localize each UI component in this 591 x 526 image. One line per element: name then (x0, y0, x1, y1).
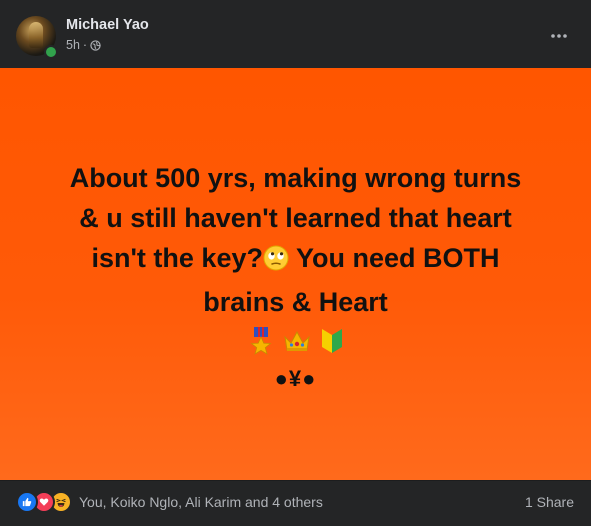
post-text: About 500 yrs, making wrong turns & u st… (26, 158, 566, 322)
military-medal-icon (249, 326, 273, 360)
like-reaction-icon (16, 491, 38, 513)
more-options-icon[interactable] (545, 22, 573, 50)
post-text-line: About 500 yrs, making wrong turns (69, 163, 522, 193)
reactions-summary[interactable]: You, Koiko Nglo, Ali Karim and 4 others (16, 491, 323, 513)
post-meta: 5h · (66, 38, 101, 52)
post-text-line: brains & Heart (203, 287, 388, 317)
post-footer: You, Koiko Nglo, Ali Karim and 4 others … (0, 480, 591, 526)
crown-icon (283, 329, 311, 358)
post-time[interactable]: 5h (66, 38, 80, 52)
reaction-names[interactable]: You, Koiko Nglo, Ali Karim and 4 others (79, 494, 323, 510)
japanese-beginner-symbol-icon (321, 328, 343, 359)
meta-separator: · (82, 38, 88, 52)
post-text-line: isn't the key? You need BOTH (26, 238, 566, 282)
rolling-eyes-emoji-icon (263, 242, 289, 282)
post-text-segment: isn't the key? (91, 243, 263, 273)
post-text-segment: You need BOTH (295, 243, 500, 273)
symbol-line: ●¥● (274, 366, 317, 391)
post-header: Michael Yao 5h · (0, 0, 591, 68)
globe-icon[interactable] (90, 39, 101, 51)
online-status-dot (44, 45, 58, 59)
author-name[interactable]: Michael Yao (66, 17, 149, 33)
post-card: Michael Yao 5h · About 500 yrs, making w… (0, 0, 591, 526)
post-text-line: & u still haven't learned that heart (79, 203, 512, 233)
share-count[interactable]: 1 Share (525, 494, 574, 510)
emoji-row (249, 326, 343, 360)
avatar-figure (29, 22, 43, 48)
post-body[interactable]: About 500 yrs, making wrong turns & u st… (0, 68, 591, 480)
